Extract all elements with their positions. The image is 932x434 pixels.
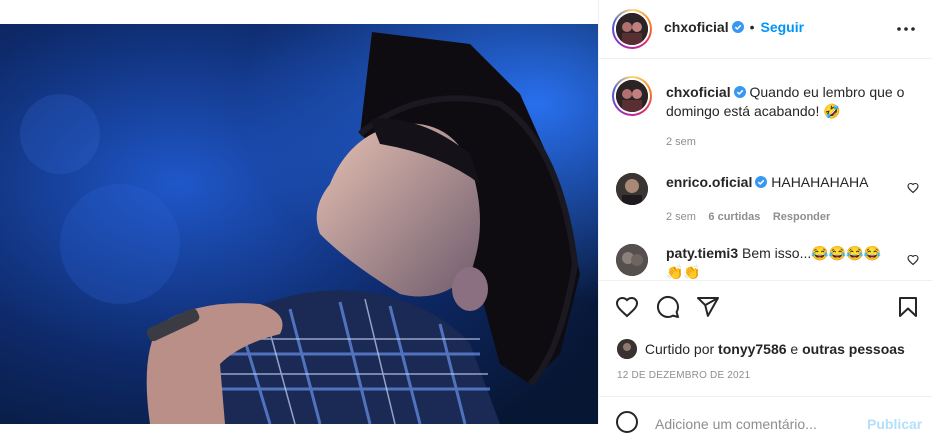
liked-by-prefix: Curtido por	[644, 341, 715, 357]
bookmark-icon[interactable]	[896, 295, 920, 319]
comment-item: paty.tiemi3 Bem isso...😂😂😂😂 👏👏	[599, 236, 932, 280]
comment-icon[interactable]	[656, 295, 680, 319]
post-photo	[0, 24, 598, 424]
commenter-avatar[interactable]	[616, 173, 648, 205]
reply-button[interactable]: Responder	[773, 211, 830, 223]
comment-input[interactable]: Adicione um comentário...	[655, 416, 817, 432]
comment-text-continued: 👏👏	[666, 264, 701, 280]
emoji-icon[interactable]	[615, 410, 639, 434]
post-media[interactable]	[0, 0, 598, 424]
more-options-button[interactable]	[894, 20, 918, 38]
commenter-avatar[interactable]	[616, 244, 648, 276]
verified-badge-icon	[733, 86, 746, 98]
add-comment-bar: Adicione um comentário... Publicar	[599, 396, 932, 433]
comment-text: Bem isso...😂😂😂😂	[742, 245, 881, 261]
verified-badge-icon	[755, 176, 768, 188]
author-username[interactable]: chxoficial	[664, 19, 729, 35]
caption-age[interactable]: 2 sem	[666, 136, 696, 148]
liked-by-others[interactable]: outras pessoas	[802, 341, 905, 357]
liked-by: Curtido por tonyy7586 e outras pessoas	[617, 339, 905, 359]
caption-username[interactable]: chxoficial	[666, 84, 731, 100]
comment-likes[interactable]: 6 curtidas	[708, 211, 760, 223]
liked-by-joiner: e	[790, 341, 799, 357]
publish-button[interactable]: Publicar	[867, 416, 922, 432]
comment-text: HAHAHAHAHA	[771, 174, 869, 190]
liker-avatar[interactable]	[617, 339, 637, 359]
post-actions: Curtido por tonyy7586 e outras pessoas 1…	[599, 280, 932, 397]
comment-username[interactable]: paty.tiemi3	[666, 245, 738, 261]
author-avatar[interactable]	[612, 9, 652, 49]
comment-like-heart-icon[interactable]	[907, 182, 919, 194]
follow-button[interactable]: Seguir	[761, 19, 805, 35]
liked-by-user[interactable]: tonyy7586	[718, 341, 786, 357]
caption-avatar[interactable]	[612, 76, 652, 116]
header-separator: •	[749, 19, 755, 35]
more-icon	[897, 27, 915, 31]
comment-username[interactable]: enrico.oficial	[666, 174, 752, 190]
heart-icon[interactable]	[615, 295, 639, 319]
verified-badge-icon	[731, 21, 744, 33]
comment-like-heart-icon[interactable]	[907, 254, 919, 266]
comment-age[interactable]: 2 sem	[666, 211, 696, 223]
post-sidebar: chxoficial • Seguir chxoficial Quando eu l…	[598, 0, 932, 433]
post-header: chxoficial • Seguir	[599, 0, 932, 59]
post-date[interactable]: 12 DE DEZEMBRO DE 2021	[617, 370, 750, 381]
share-icon[interactable]	[696, 295, 720, 319]
